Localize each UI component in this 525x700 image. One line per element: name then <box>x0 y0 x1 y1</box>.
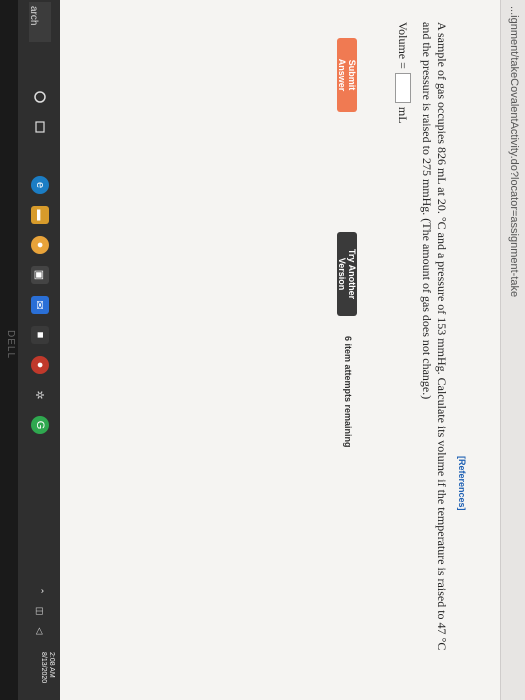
settings-icon[interactable]: ✲ <box>31 386 49 404</box>
tray-time: 2:08 AM <box>48 652 55 678</box>
task-view-icon[interactable] <box>31 118 49 136</box>
file-explorer-icon[interactable]: ▬ <box>31 206 49 224</box>
tray-date: 8/13/2020 <box>40 652 47 684</box>
address-bar[interactable]: ...ignment/takeCovalentActivity.do?locat… <box>500 0 525 700</box>
dell-logo: DELL <box>5 330 16 360</box>
app-icon[interactable]: ■ <box>31 326 49 344</box>
tray-chevron-icon[interactable]: ⌃ <box>31 582 49 600</box>
url-text[interactable]: ...ignment/takeCovalentActivity.do?locat… <box>508 6 520 297</box>
tray-clock[interactable]: 2:08 AM 8/13/2020 <box>39 652 55 683</box>
network-icon[interactable]: ◫ <box>31 602 49 620</box>
references-link[interactable]: [References] <box>457 456 467 511</box>
media-icon[interactable]: ● <box>31 356 49 374</box>
chrome-icon[interactable]: ● <box>31 236 49 254</box>
store-icon[interactable]: ▣ <box>31 266 49 284</box>
photo-frame: ...ignment/takeCovalentActivity.do?locat… <box>0 0 525 700</box>
grammarly-icon[interactable]: G <box>31 416 49 434</box>
try-another-version-button[interactable]: Try Another Version <box>337 232 357 316</box>
volume-input[interactable] <box>395 72 411 103</box>
answer-row: Volume = mL <box>393 22 413 124</box>
taskbar-search[interactable]: arch <box>28 2 51 42</box>
taskbar-search-label: arch <box>28 6 39 26</box>
question-text: A sample of gas occupies 826 mL at 20. °… <box>420 22 449 651</box>
attempts-remaining: 6 item attempts remaining <box>343 336 353 448</box>
answer-unit: mL <box>396 106 411 124</box>
volume-icon[interactable]: ◁ <box>31 622 49 640</box>
edge-icon[interactable]: e <box>31 176 49 194</box>
submit-answer-button[interactable]: Submit Answer <box>337 38 357 112</box>
answer-label: Volume = <box>396 22 411 69</box>
mail-icon[interactable]: ✉ <box>31 296 49 314</box>
cortana-icon[interactable] <box>31 88 49 106</box>
screen: ...ignment/takeCovalentActivity.do?locat… <box>0 0 525 700</box>
